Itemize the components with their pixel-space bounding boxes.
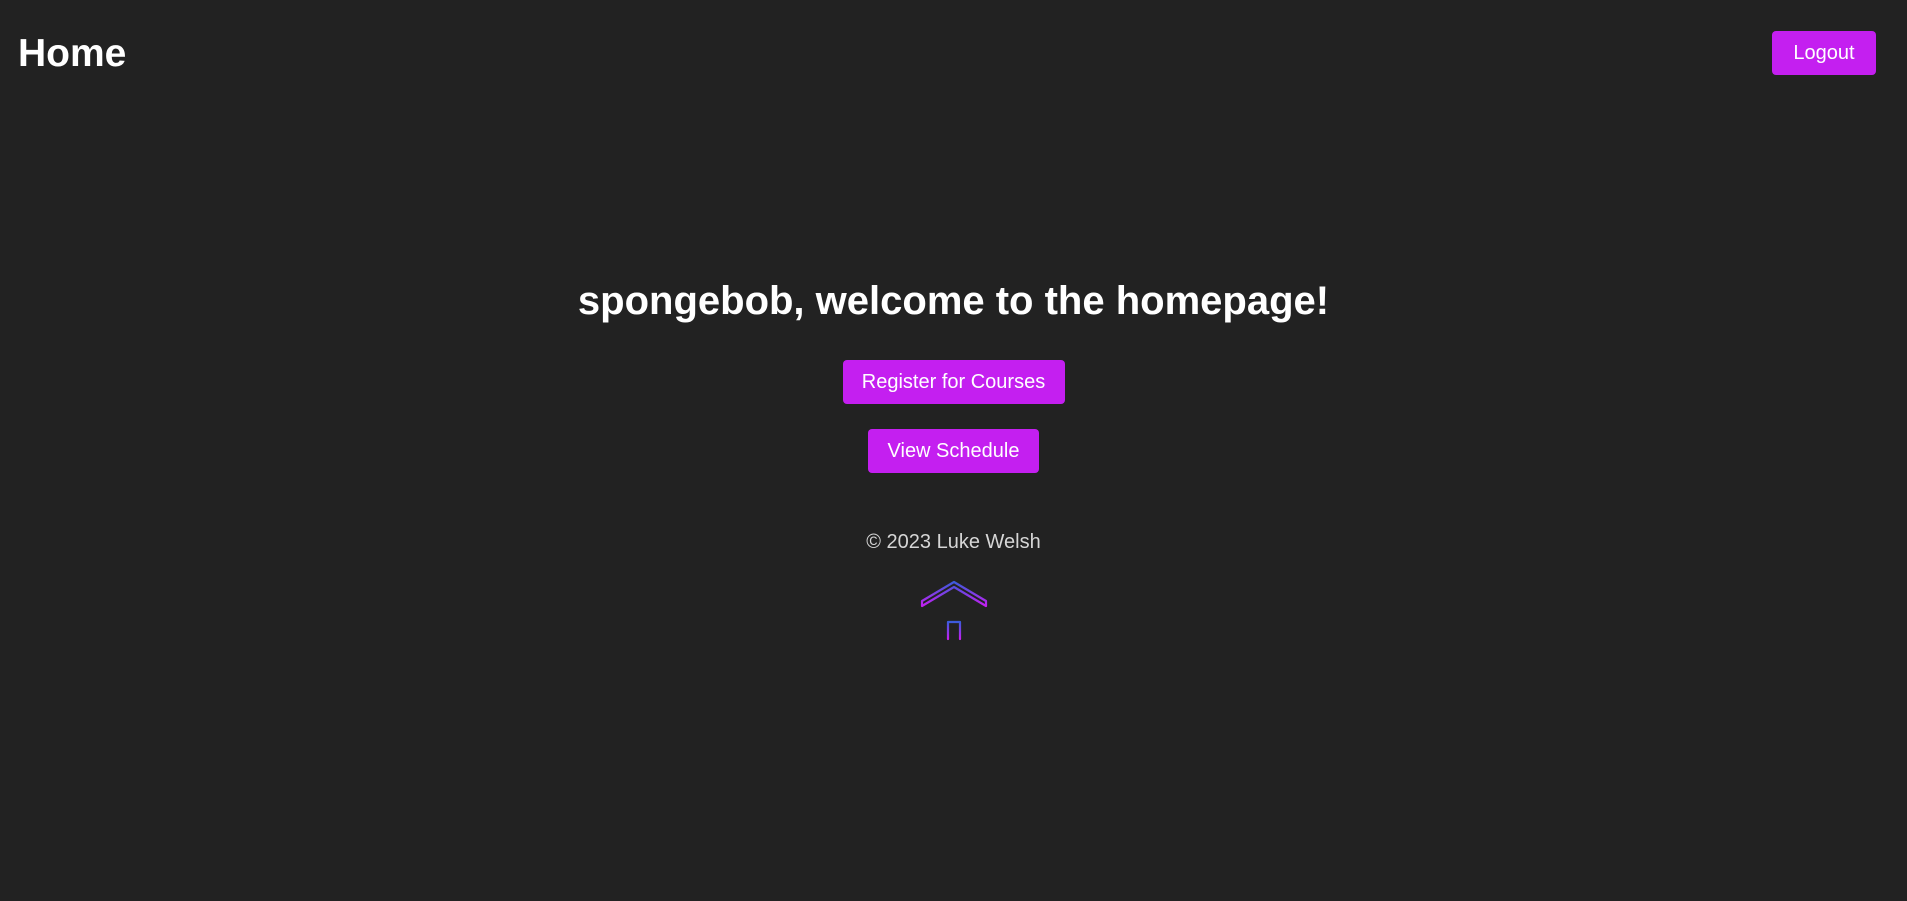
app-root: Home Logout spongebob, welcome to the ho… — [0, 0, 1907, 901]
copyright-text: © 2023 Luke Welsh — [866, 531, 1041, 553]
view-schedule-button[interactable]: View Schedule — [868, 429, 1039, 473]
house-icon — [920, 580, 987, 645]
welcome-heading: spongebob, welcome to the homepage! — [577, 279, 1330, 323]
main-content: spongebob, welcome to the homepage! Regi… — [0, 0, 1907, 645]
register-courses-button[interactable]: Register for Courses — [842, 360, 1065, 404]
